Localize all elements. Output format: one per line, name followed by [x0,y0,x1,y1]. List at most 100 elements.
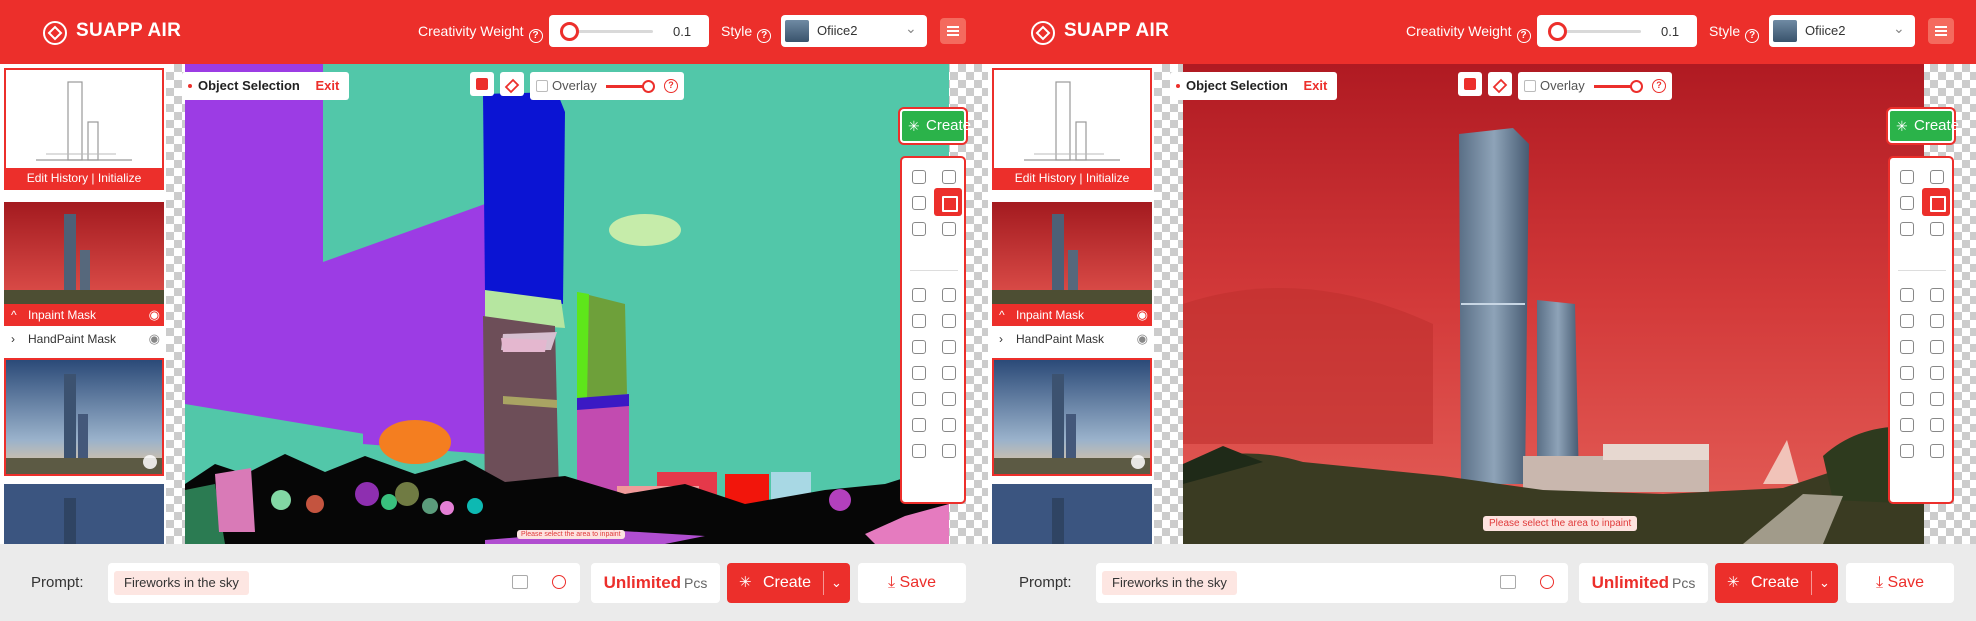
eye-icon[interactable]: ◉ [149,328,160,350]
prompt-chip[interactable]: Fireworks in the sky [1102,571,1237,595]
grid-icon[interactable] [934,188,962,216]
help-icon[interactable]: ? [664,79,678,93]
slider-knob[interactable] [1548,22,1567,41]
sync-icon[interactable] [552,575,566,589]
image-icon[interactable] [912,288,926,302]
doc-icon[interactable] [1900,222,1914,236]
person-icon[interactable] [942,314,956,328]
doc-icon[interactable] [912,222,926,236]
overlay-slider-knob[interactable] [642,80,655,93]
fullscreen-icon[interactable] [942,444,956,458]
menu-button[interactable] [1928,18,1954,44]
history-card-blue[interactable] [4,358,164,476]
create-button[interactable]: ✳ Create ⌄ [1715,563,1838,603]
overlay-slider-knob[interactable] [1630,80,1643,93]
overlay-slider-track[interactable] [606,85,646,88]
refresh-icon[interactable] [1930,222,1944,236]
target-icon[interactable] [912,170,926,184]
picture-icon[interactable] [1930,392,1944,406]
fullscreen-icon[interactable] [1930,444,1944,458]
help-icon[interactable]: ? [528,29,543,43]
history-card-initial[interactable]: Edit History | Initialize [992,68,1152,190]
inpaint-mask-row[interactable]: ^ Inpaint Mask ◉ [4,304,164,326]
palette-icon[interactable] [942,340,956,354]
help-icon[interactable]: ? [1516,29,1531,43]
layout-icon[interactable] [1900,314,1914,328]
prompt-input[interactable]: Fireworks in the sky [108,563,580,603]
help-icon[interactable]: ? [1745,29,1760,43]
gallery-icon[interactable] [1930,366,1944,380]
cube-icon[interactable] [1900,366,1914,380]
prompt-chip[interactable]: Fireworks in the sky [114,571,249,595]
select-icon[interactable] [1900,196,1914,210]
crop-icon[interactable] [1900,444,1914,458]
select-icon[interactable] [912,196,926,210]
history-card-red[interactable] [4,202,164,304]
image-icon[interactable] [1900,288,1914,302]
eraser-icon[interactable] [500,72,524,96]
target-icon[interactable] [1900,170,1914,184]
pen-icon[interactable] [1930,288,1944,302]
expand-icon[interactable] [912,418,926,432]
help-icon[interactable]: ? [757,29,772,43]
edit-history-label[interactable]: Edit History | Initialize [6,168,162,188]
help-icon[interactable]: ? [1652,79,1666,93]
grid-icon[interactable] [1922,188,1950,216]
swap-icon[interactable] [470,72,494,96]
history-card-red[interactable] [992,202,1152,304]
creativity-slider[interactable]: 0.1 [1537,15,1697,47]
style-select[interactable]: Ofiice2 ⌄ [781,15,927,47]
image-icon[interactable] [512,575,528,589]
exit-button[interactable]: Exit [316,78,340,93]
pen-icon[interactable] [942,288,956,302]
history-card-blue-2[interactable] [992,484,1152,544]
history-card-initial[interactable]: Edit History | Initialize [4,68,164,190]
create-side-button[interactable]: ✳ Create [900,109,971,143]
layout-icon[interactable] [912,314,926,328]
edit-history-label[interactable]: Edit History | Initialize [994,168,1150,188]
creativity-slider[interactable]: 0.1 [549,15,709,47]
inpaint-mask-row[interactable]: ^ Inpaint Mask ◉ [992,304,1152,326]
menu-button[interactable] [940,18,966,44]
handpaint-mask-row[interactable]: › HandPaint Mask ◉ [4,328,164,350]
eye-icon[interactable]: ◉ [149,304,160,326]
save-button[interactable]: ⤓ Save [1846,563,1954,603]
refresh-icon[interactable] [942,222,956,236]
eye-icon[interactable]: ◉ [1137,304,1148,326]
save-button[interactable]: ⤓ Save [858,563,966,603]
settings-icon[interactable] [1900,392,1914,406]
sync-icon[interactable] [1540,575,1554,589]
eye-icon[interactable]: ◉ [1137,328,1148,350]
handpaint-mask-row[interactable]: › HandPaint Mask ◉ [992,328,1152,350]
bulb-icon[interactable] [1900,340,1914,354]
person-icon[interactable] [1930,314,1944,328]
map-icon[interactable] [942,170,956,184]
settings-icon[interactable] [912,392,926,406]
expand-icon[interactable] [1900,418,1914,432]
sliders-icon[interactable] [1930,418,1944,432]
segmentation-image[interactable] [185,64,949,544]
picture-icon[interactable] [942,392,956,406]
gallery-icon[interactable] [942,366,956,380]
overlay-slider-track[interactable] [1594,85,1634,88]
exit-button[interactable]: Exit [1304,78,1328,93]
chevron-down-icon[interactable]: ⌄ [1819,563,1830,603]
crop-icon[interactable] [912,444,926,458]
render-image-with-mask[interactable] [1183,64,1924,544]
slider-knob[interactable] [560,22,579,41]
eraser-icon[interactable] [1488,72,1512,96]
palette-icon[interactable] [1930,340,1944,354]
cube-icon[interactable] [912,366,926,380]
bulb-icon[interactable] [912,340,926,354]
chevron-down-icon[interactable]: ⌄ [831,563,842,603]
style-select[interactable]: Ofiice2 ⌄ [1769,15,1915,47]
create-button[interactable]: ✳ Create ⌄ [727,563,850,603]
map-icon[interactable] [1930,170,1944,184]
image-icon[interactable] [1500,575,1516,589]
history-card-blue[interactable] [992,358,1152,476]
swap-icon[interactable] [1458,72,1482,96]
overlay-checkbox[interactable] [536,80,548,92]
overlay-checkbox[interactable] [1524,80,1536,92]
create-side-button[interactable]: ✳ Create [1888,109,1959,143]
history-card-blue-2[interactable] [4,484,164,544]
